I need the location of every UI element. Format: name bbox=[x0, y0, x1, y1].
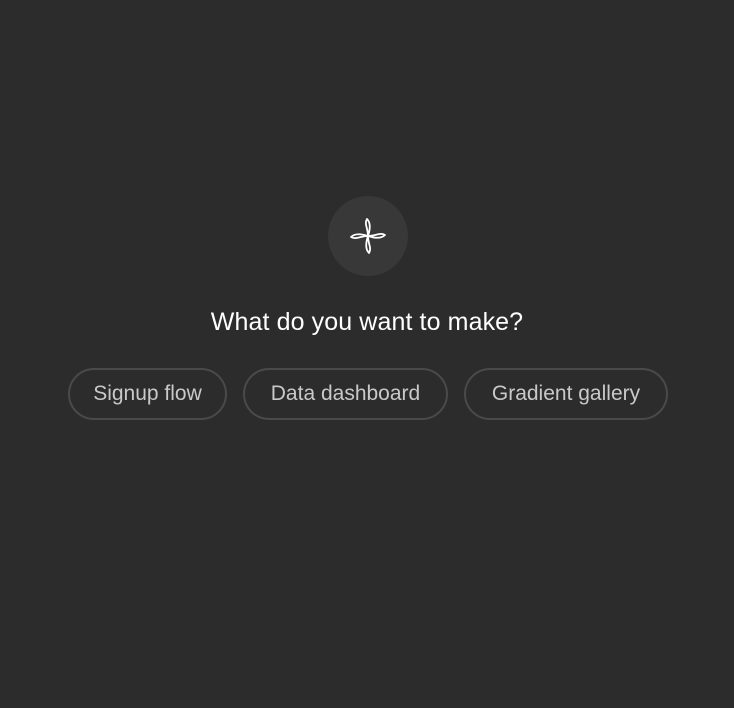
prompt-heading: What do you want to make? bbox=[210, 308, 524, 336]
sparkle-swirl-icon bbox=[350, 218, 386, 254]
suggestion-chip-signup-flow[interactable]: Signup flow bbox=[68, 368, 227, 420]
logo-badge bbox=[328, 196, 408, 276]
suggestion-chip-data-dashboard[interactable]: Data dashboard bbox=[243, 368, 448, 420]
suggestion-chip-gradient-gallery[interactable]: Gradient gallery bbox=[464, 368, 668, 420]
empty-state-panel: What do you want to make? Signup flow Da… bbox=[0, 0, 734, 708]
